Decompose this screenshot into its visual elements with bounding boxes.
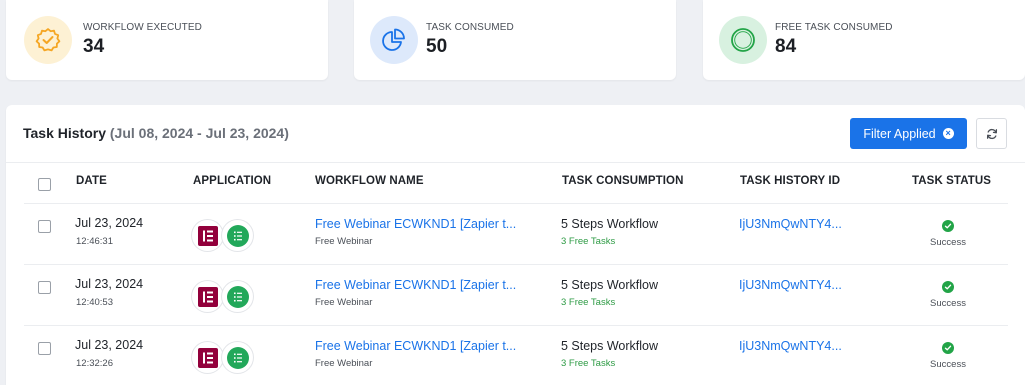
task-consumption: 5 Steps Workflow: [561, 217, 659, 231]
column-header-application: APPLICATION: [193, 175, 272, 187]
elementor-icon: [192, 342, 223, 373]
task-history-id-link[interactable]: IjU3NmQwNTY4...: [739, 339, 842, 353]
column-header-task-status: TASK STATUS: [912, 175, 992, 187]
status-badge: Success: [930, 359, 966, 370]
row-checkbox[interactable]: [38, 342, 51, 355]
stat-card-task-consumed: TASK CONSUMED 50: [354, 0, 676, 80]
application-icons: [192, 220, 256, 252]
task-history-id-link[interactable]: IjU3NmQwNTY4...: [739, 217, 842, 231]
row-time: 12:46:31: [76, 236, 113, 247]
stat-label: FREE TASK CONSUMED: [775, 22, 893, 33]
stat-card-free-task-consumed: FREE TASK CONSUMED 84: [703, 0, 1025, 80]
column-header-workflow-name: WORKFLOW NAME: [315, 175, 424, 187]
task-history-panel: Task History (Jul 08, 2024 - Jul 23, 202…: [6, 105, 1025, 385]
free-tasks-count: 3 Free Tasks: [561, 236, 616, 247]
application-icons: [192, 281, 256, 313]
refresh-button[interactable]: [976, 118, 1007, 149]
free-badge-icon: [719, 16, 767, 64]
task-consumption: 5 Steps Workflow: [561, 339, 659, 353]
stat-value: 50: [426, 36, 448, 57]
column-header-date: DATE: [76, 175, 107, 187]
workflow-subtitle: Free Webinar: [315, 297, 373, 308]
row-date: Jul 23, 2024: [75, 216, 144, 230]
filter-applied-button[interactable]: Filter Applied ×: [850, 118, 967, 149]
list-form-icon: [222, 220, 253, 251]
application-icons: [192, 342, 256, 374]
list-form-icon: [222, 281, 253, 312]
page-title: Task History (Jul 08, 2024 - Jul 23, 202…: [23, 125, 289, 141]
row-checkbox[interactable]: [38, 281, 51, 294]
list-form-icon: [222, 342, 253, 373]
task-consumption: 5 Steps Workflow: [561, 278, 659, 292]
check-circle-icon: [942, 342, 954, 354]
stat-value: 84: [775, 36, 797, 57]
table-row: Jul 23, 2024 12:40:53 Free Webinar ECWKN…: [6, 265, 1025, 326]
elementor-icon: [192, 281, 223, 312]
stat-card-workflow-executed: WORKFLOW EXECUTED 34: [6, 0, 328, 80]
check-circle-icon: [942, 281, 954, 293]
panel-title-text: Task History: [23, 125, 106, 141]
status-badge: Success: [930, 237, 966, 248]
workflow-name-link[interactable]: Free Webinar ECWKND1 [Zapier t...: [315, 217, 516, 231]
row-time: 12:40:53: [76, 297, 113, 308]
refresh-icon: [986, 128, 997, 139]
status-badge: Success: [930, 298, 966, 309]
pie-chart-icon: [370, 16, 418, 64]
filter-label: Filter Applied: [863, 126, 936, 141]
free-tasks-count: 3 Free Tasks: [561, 358, 616, 369]
stat-label: WORKFLOW EXECUTED: [83, 22, 202, 33]
badge-check-icon: [24, 16, 72, 64]
close-icon[interactable]: ×: [942, 128, 954, 139]
stat-value: 34: [83, 36, 105, 57]
row-date: Jul 23, 2024: [75, 277, 144, 291]
table-row: Jul 23, 2024 12:46:31 Free Webinar ECWKN…: [6, 204, 1025, 265]
column-header-task-history-id: TASK HISTORY ID: [740, 175, 841, 187]
check-circle-icon: [942, 220, 954, 232]
workflow-name-link[interactable]: Free Webinar ECWKND1 [Zapier t...: [315, 339, 516, 353]
panel-header: Task History (Jul 08, 2024 - Jul 23, 202…: [6, 105, 1025, 163]
workflow-subtitle: Free Webinar: [315, 358, 373, 369]
table-row: Jul 23, 2024 12:32:26 Free Webinar ECWKN…: [6, 326, 1025, 385]
row-date: Jul 23, 2024: [75, 338, 144, 352]
row-time: 12:32:26: [76, 358, 113, 369]
task-history-id-link[interactable]: IjU3NmQwNTY4...: [739, 278, 842, 292]
stat-label: TASK CONSUMED: [426, 22, 514, 33]
workflow-subtitle: Free Webinar: [315, 236, 373, 247]
elementor-icon: [192, 220, 223, 251]
free-tasks-count: 3 Free Tasks: [561, 297, 616, 308]
row-checkbox[interactable]: [38, 220, 51, 233]
column-header-task-consumption: TASK CONSUMPTION: [562, 175, 684, 187]
workflow-name-link[interactable]: Free Webinar ECWKND1 [Zapier t...: [315, 278, 516, 292]
select-all-checkbox[interactable]: [38, 178, 51, 191]
date-range: (Jul 08, 2024 - Jul 23, 2024): [109, 125, 289, 141]
